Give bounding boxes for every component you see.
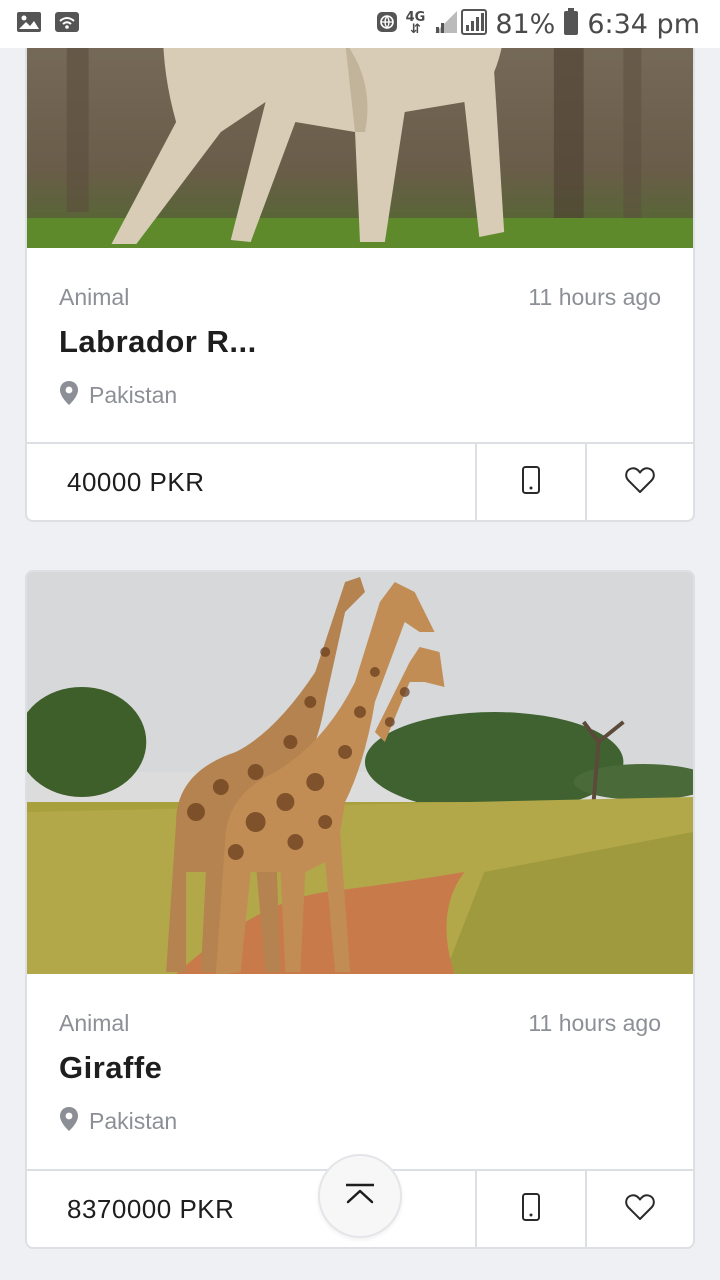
listing-time: 11 hours ago [528, 284, 661, 310]
signal-icon [433, 8, 488, 40]
battery-icon [563, 7, 579, 41]
listing-price: 40000 PKR [67, 466, 205, 497]
call-button[interactable] [475, 444, 585, 520]
listing-location: Pakistan [59, 380, 177, 411]
wifi-icon [54, 11, 80, 38]
listing-card[interactable]: Animal 11 hours ago Labrador R... Pakist… [25, 0, 695, 522]
listing-title[interactable]: Labrador R... [59, 324, 257, 360]
listing-card[interactable]: Animal 11 hours ago Giraffe Pakistan 837… [25, 570, 695, 1249]
location-pin-icon [59, 1106, 79, 1137]
heart-icon [625, 466, 655, 499]
listing-category: Animal [59, 284, 130, 310]
listing-category: Animal [59, 1010, 130, 1036]
favorite-button[interactable] [585, 1171, 693, 1247]
scroll-to-top-button[interactable] [318, 1154, 402, 1238]
chevron-up-icon [344, 1183, 376, 1210]
status-bar: 4G ⇵ 81% 6:34 pm [0, 0, 720, 48]
favorite-button[interactable] [585, 444, 693, 520]
phone-icon [521, 465, 541, 500]
globe-icon [376, 11, 398, 38]
location-text: Pakistan [89, 1108, 178, 1134]
clock: 6:34 pm [587, 8, 700, 40]
heart-icon [625, 1193, 655, 1226]
listing-title[interactable]: Giraffe [59, 1050, 162, 1086]
giraffe-photo[interactable] [27, 572, 693, 974]
listing-footer: 40000 PKR [27, 442, 693, 520]
listing-location: Pakistan [59, 1106, 177, 1137]
call-button[interactable] [475, 1171, 585, 1247]
gallery-icon [16, 11, 42, 38]
location-text: Pakistan [89, 382, 178, 408]
listing-time: 11 hours ago [528, 1010, 661, 1036]
listing-price: 8370000 PKR [67, 1193, 235, 1224]
network-type-label: 4G ⇵ [405, 10, 426, 37]
phone-icon [521, 1192, 541, 1227]
location-pin-icon [59, 380, 79, 411]
battery-percent: 81% [495, 8, 556, 40]
